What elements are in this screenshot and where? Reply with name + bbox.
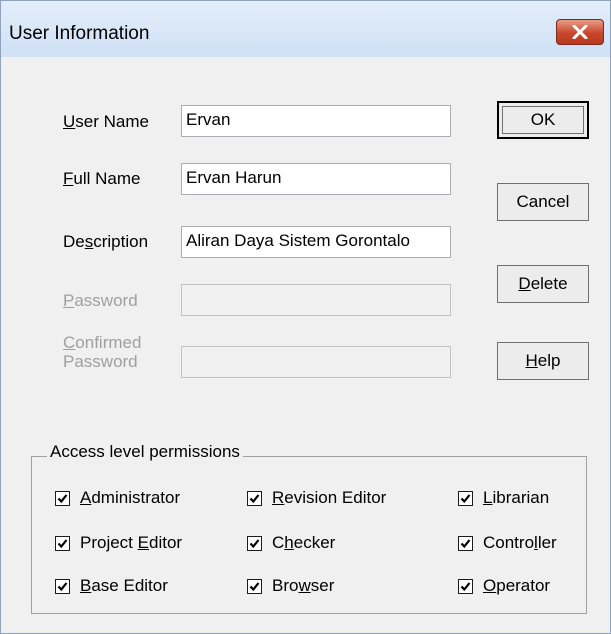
close-icon bbox=[572, 25, 588, 39]
password-input[interactable] bbox=[181, 284, 451, 316]
user-name-input[interactable]: Ervan bbox=[181, 105, 451, 137]
checkbox-box[interactable] bbox=[247, 490, 262, 506]
checkbox-box[interactable] bbox=[458, 578, 473, 594]
confirmed-password-label: Confirmed Password bbox=[63, 333, 142, 371]
checkbox-label: Project Editor bbox=[80, 533, 183, 552]
checkbox-operator[interactable]: Operator bbox=[458, 576, 550, 596]
user-name-label: User Name bbox=[63, 112, 149, 131]
checkmark-icon bbox=[57, 538, 68, 548]
help-button[interactable]: Help bbox=[497, 342, 589, 380]
window-title: User Information bbox=[9, 23, 150, 44]
checkbox-label: Librarian bbox=[483, 488, 550, 507]
full-name-label: Full Name bbox=[63, 169, 141, 188]
close-button[interactable] bbox=[556, 19, 604, 45]
checkmark-icon bbox=[460, 538, 471, 548]
password-label: Password bbox=[63, 291, 138, 310]
checkbox-box[interactable] bbox=[247, 535, 262, 551]
access-level-permissions-title: Access level permissions bbox=[47, 442, 243, 462]
user-information-dialog: User Information User Name Full Name Des… bbox=[0, 0, 611, 634]
checkbox-checker[interactable]: Checker bbox=[247, 533, 335, 553]
checkbox-box[interactable] bbox=[55, 535, 70, 551]
delete-button-label: Delete bbox=[518, 274, 568, 293]
checkmark-icon bbox=[57, 581, 68, 591]
checkbox-project-editor[interactable]: Project Editor bbox=[55, 533, 182, 553]
checkmark-icon bbox=[57, 493, 68, 503]
checkbox-browser[interactable]: Browser bbox=[247, 576, 334, 596]
checkbox-label: Checker bbox=[272, 533, 336, 552]
checkbox-label: Revision Editor bbox=[272, 488, 387, 507]
checkmark-icon bbox=[249, 581, 260, 591]
cancel-button[interactable]: Cancel bbox=[497, 183, 589, 221]
checkbox-librarian[interactable]: Librarian bbox=[458, 488, 549, 508]
description-label: Description bbox=[63, 232, 149, 251]
checkmark-icon bbox=[460, 493, 471, 503]
checkbox-administrator[interactable]: Administrator bbox=[55, 488, 180, 508]
help-button-label: Help bbox=[525, 351, 561, 370]
checkbox-label: Controller bbox=[483, 533, 557, 552]
checkbox-revision-editor[interactable]: Revision Editor bbox=[247, 488, 386, 508]
delete-button[interactable]: Delete bbox=[497, 265, 589, 303]
checkmark-icon bbox=[460, 581, 471, 591]
checkbox-box[interactable] bbox=[458, 535, 473, 551]
checkbox-label: Browser bbox=[272, 576, 335, 595]
full-name-input[interactable]: Ervan Harun bbox=[181, 163, 451, 195]
title-bar[interactable]: User Information bbox=[1, 1, 610, 57]
checkbox-box[interactable] bbox=[458, 490, 473, 506]
checkbox-label: Administrator bbox=[80, 488, 181, 507]
description-input[interactable]: Aliran Daya Sistem Gorontalo bbox=[181, 226, 451, 258]
confirmed-password-input[interactable] bbox=[181, 346, 451, 378]
checkbox-controller[interactable]: Controller bbox=[458, 533, 557, 553]
checkbox-box[interactable] bbox=[55, 490, 70, 506]
checkmark-icon bbox=[249, 538, 260, 548]
checkbox-box[interactable] bbox=[55, 578, 70, 594]
cancel-button-label: Cancel bbox=[516, 192, 570, 211]
checkbox-box[interactable] bbox=[247, 578, 262, 594]
checkbox-label: Operator bbox=[483, 576, 551, 595]
ok-button[interactable]: OK bbox=[497, 101, 589, 139]
checkbox-base-editor[interactable]: Base Editor bbox=[55, 576, 168, 596]
checkmark-icon bbox=[249, 493, 260, 503]
checkbox-label: Base Editor bbox=[80, 576, 168, 595]
